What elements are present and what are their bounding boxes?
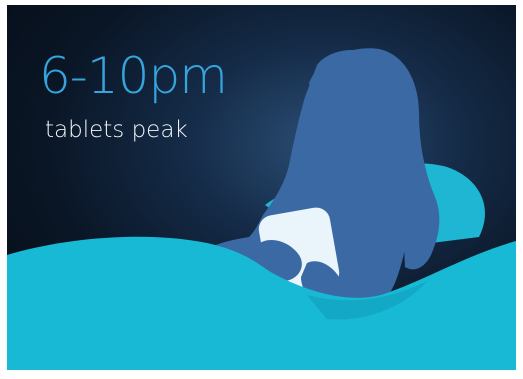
image-frame: 6-10pm tablets peak [0, 0, 523, 379]
infographic-scene: 6-10pm tablets peak [7, 5, 516, 370]
subline-tablets-peak: tablets peak [45, 117, 188, 143]
headline-time-range: 6-10pm [39, 47, 228, 105]
